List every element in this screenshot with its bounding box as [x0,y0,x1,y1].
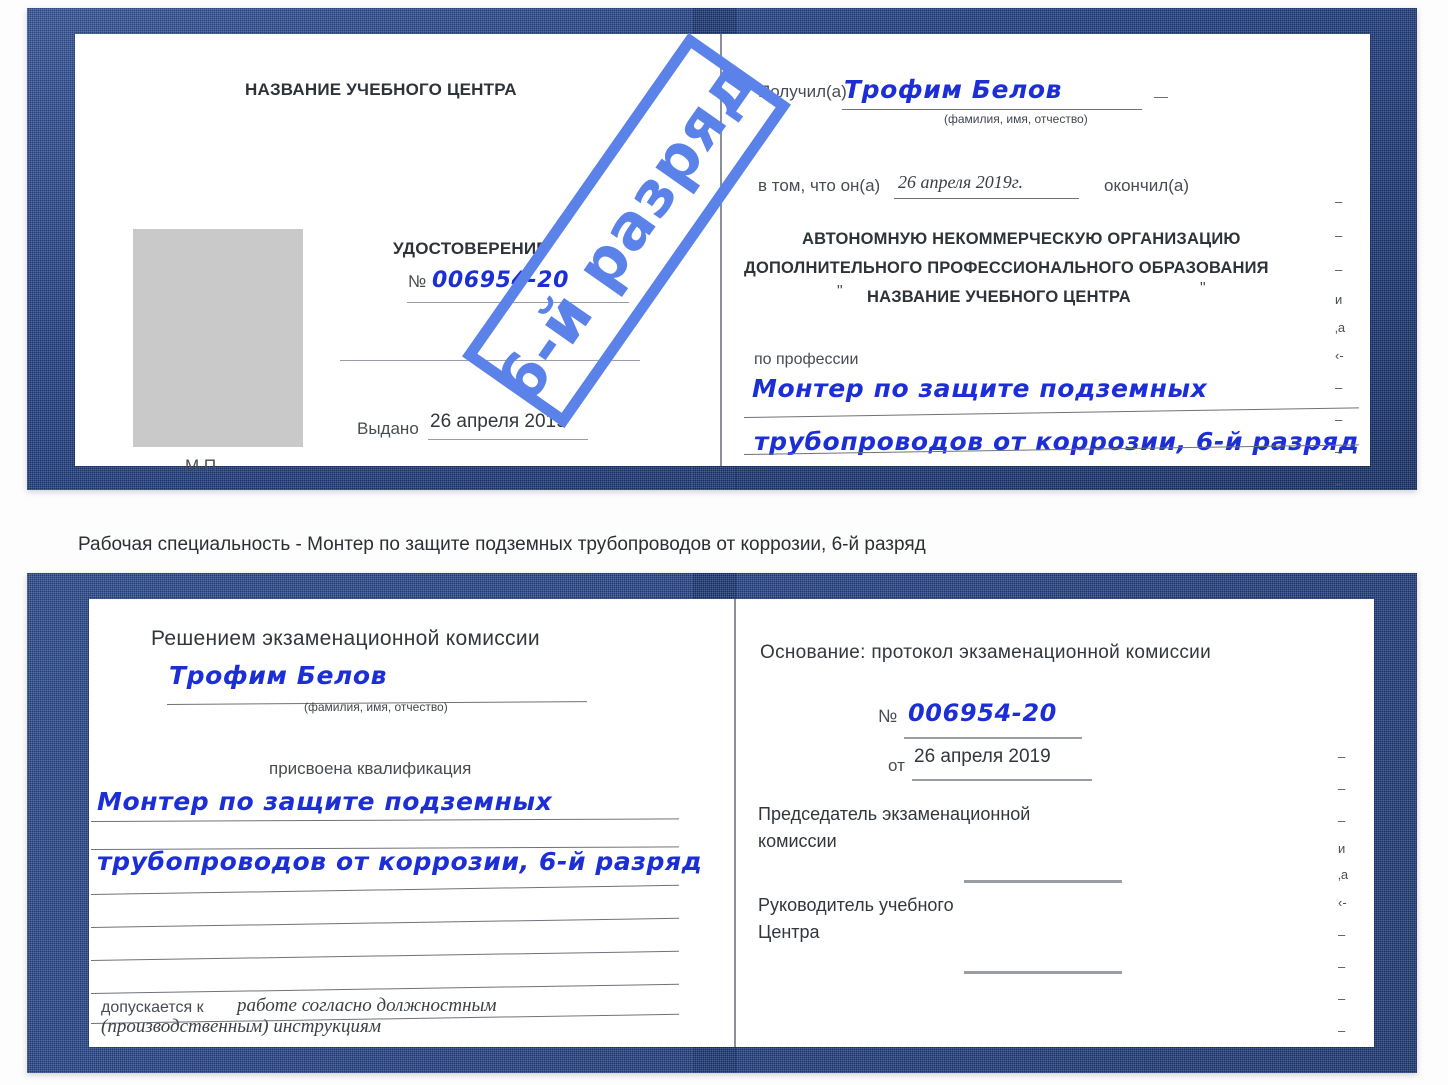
bottom-right-page: Основание: протокол экзаменационной коми… [736,599,1374,1047]
qualification-line-2: трубопроводов от коррозии, 6-й разряд [97,847,703,876]
admitted-value-line-2: (производственным) инструкциям [101,1016,381,1037]
edge-fragment: ‹- [1338,895,1347,910]
edge-fragment: – [1335,194,1343,209]
qualification-rule-1 [90,818,679,822]
top-right-page: Получил(а) Трофим Белов (фамилия, имя, о… [722,34,1370,491]
from-date-rule [912,779,1092,781]
profession-label: по профессии [754,351,859,368]
certificate-top: НАЗВАНИЕ УЧЕБНОГО ЦЕНТРА УДОСТОВЕРЕНИЕ №… [27,8,1417,491]
protocol-number-rule [904,737,1082,739]
head-line-1: Руководитель учебного [758,895,954,915]
admitted-label: допускается к [101,999,204,1016]
certificate-bottom: Решением экзаменационной комиссии Трофим… [27,573,1417,1073]
photo-placeholder [133,229,303,447]
edge-fragment: – [1335,228,1343,243]
profession-line-1: Монтер по защите подземных [752,374,1208,403]
profession-rule-1 [743,407,1359,418]
edge-fragment: – [1338,749,1346,764]
edge-fragment: – [1335,380,1343,395]
from-date-value: 26 апреля 2019 [914,746,1051,767]
protocol-number-value: 006954-20 [908,699,1057,727]
received-rule-tail [1154,97,1168,98]
chairman-line-1: Председатель экзаменационной [758,804,1031,824]
bottom-left-page: Решением экзаменационной комиссии Трофим… [89,599,734,1047]
edge-fragment: ‚а [1335,320,1346,335]
edge-fragment: – [1338,813,1346,828]
document-type-label: УДОСТОВЕРЕНИЕ [393,239,548,258]
org-quote-open: " [837,283,843,300]
admitted-value-line-1: работе согласно должностным [237,995,497,1016]
qualification-label: присвоена квалификация [269,759,472,778]
chairman-line-2: комиссии [758,831,837,851]
blank-rule-4 [90,983,679,994]
edge-fragment: и [1335,292,1343,307]
edge-fragment: ‚а [1338,867,1349,882]
edge-fragment: – [1338,781,1346,796]
edge-fragment: – [1335,444,1343,459]
fio-hint: (фамилия, имя, отчество) [304,700,448,714]
org-line-1: АВТОНОМНУЮ НЕКОММЕРЧЕСКУЮ ОРГАНИЗАЦИЮ [802,230,1241,248]
head-signature-rule [964,971,1122,974]
training-center-heading: НАЗВАНИЕ УЧЕБНОГО ЦЕНТРА [245,80,517,99]
chairman-signature-rule [964,880,1122,883]
received-name-value: Трофим Белов [844,75,1063,104]
finished-label: окончил(а) [1104,176,1189,195]
seal-place-label: М.П. [185,456,221,475]
org-quote-close: " [1200,280,1206,297]
edge-fragment: и [1338,841,1346,856]
cover-flap-bottom [692,1043,736,1073]
edge-fragment: – [1338,959,1346,974]
blank-rule-2 [90,917,679,928]
edge-fragment: – [1335,412,1343,427]
page-caption: Рабочая специальность - Монтер по защите… [78,534,926,555]
qualification-line-1: Монтер по защите подземных [97,787,553,816]
commission-decision-heading: Решением экзаменационной комиссии [151,627,540,650]
in-that-label: в том, что он(а) [758,176,881,195]
edge-fragment: – [1338,927,1346,942]
edge-fragment: – [1338,1023,1346,1038]
edge-fragment: – [1338,991,1346,1006]
org-line-3: НАЗВАНИЕ УЧЕБНОГО ЦЕНТРА [867,288,1131,306]
edge-fragment: ‹- [1335,348,1344,363]
certificate-pages-bottom: Решением экзаменационной комиссии Трофим… [89,599,1374,1047]
edge-fragment: – [1335,262,1343,277]
completion-date-rule [894,198,1079,199]
completion-date-value: 26 апреля 2019г. [898,172,1024,192]
issued-rule [428,439,588,440]
head-line-2: Центра [758,922,820,942]
received-rule [842,109,1142,110]
from-label: от [888,756,905,775]
fio-hint: (фамилия, имя, отчество) [944,112,1088,126]
blank-rule-1 [90,884,679,895]
student-name-value: Трофим Белов [169,661,388,690]
issued-label: Выдано [357,419,419,438]
edge-fragment: – [1335,476,1343,491]
basis-label: Основание: протокол экзаменационной коми… [760,642,1212,663]
protocol-number-symbol: № [878,706,898,726]
number-symbol: № [408,272,427,291]
blank-rule-3 [90,950,679,961]
org-line-2: ДОПОЛНИТЕЛЬНОГО ПРОФЕССИОНАЛЬНОГО ОБРАЗО… [744,259,1269,277]
